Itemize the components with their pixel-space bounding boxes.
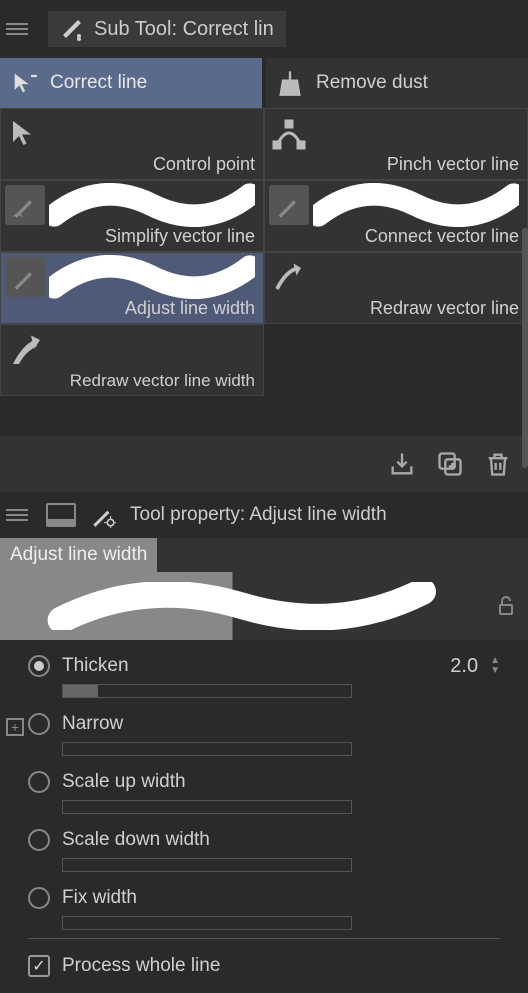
duplicate-icon[interactable] bbox=[436, 450, 464, 478]
redraw-icon bbox=[271, 259, 307, 295]
preview-label: Adjust line width bbox=[0, 538, 157, 572]
radio-label: Narrow bbox=[62, 713, 500, 735]
tool-connect-vector[interactable]: Connect vector line bbox=[264, 180, 528, 252]
tab-correct-line[interactable]: Correct line bbox=[0, 58, 262, 108]
pen-adjust-icon bbox=[60, 17, 84, 41]
trash-icon[interactable] bbox=[484, 450, 512, 478]
radio-label: Scale down width bbox=[62, 829, 500, 851]
radio-icon bbox=[28, 713, 50, 735]
tab-correct-line-label: Correct line bbox=[50, 72, 147, 94]
tool-label: Pinch vector line bbox=[387, 154, 519, 175]
unlock-icon[interactable] bbox=[494, 594, 518, 618]
radio-icon bbox=[28, 771, 50, 793]
tool-redraw-vector-width[interactable]: Redraw vector line width bbox=[0, 324, 264, 396]
tool-redraw-vector[interactable]: Redraw vector line bbox=[264, 252, 528, 324]
radio-icon bbox=[28, 829, 50, 851]
option-fix-width[interactable]: Fix width bbox=[0, 880, 528, 916]
cursor-icon bbox=[7, 115, 43, 151]
pen-width-icon bbox=[11, 263, 39, 291]
option-thicken[interactable]: Thicken 2.0 ▲▼ bbox=[0, 648, 528, 684]
option-scale-down[interactable]: Scale down width bbox=[0, 822, 528, 858]
tool-label: Redraw vector line bbox=[370, 298, 519, 319]
value-stepper[interactable]: ▲▼ bbox=[490, 657, 500, 675]
radio-label: Thicken bbox=[62, 655, 438, 677]
tool-label: Simplify vector line bbox=[105, 226, 255, 247]
radio-icon bbox=[28, 887, 50, 909]
tab-remove-dust-label: Remove dust bbox=[316, 72, 428, 94]
checkbox-icon bbox=[28, 955, 50, 977]
pen-squiggle-icon bbox=[275, 191, 303, 219]
tab-remove-dust[interactable]: Remove dust bbox=[266, 58, 528, 108]
radio-label: Fix width bbox=[62, 887, 500, 909]
scrollbar[interactable] bbox=[522, 228, 528, 468]
radio-label: Scale up width bbox=[62, 771, 500, 793]
squiggle-preview bbox=[49, 255, 255, 299]
tool-simplify-vector[interactable]: Simplify vector line bbox=[0, 180, 264, 252]
process-whole-line-row[interactable]: Process whole line bbox=[0, 947, 528, 985]
subtool-header: Sub Tool: Correct lin bbox=[48, 11, 286, 47]
tool-adjust-line-width[interactable]: Adjust line width bbox=[0, 252, 264, 324]
squiggle-preview bbox=[49, 183, 255, 227]
import-icon[interactable] bbox=[388, 450, 416, 478]
squiggle-preview bbox=[313, 183, 519, 227]
fix-width-slider[interactable] bbox=[62, 916, 352, 930]
option-scale-up[interactable]: Scale up width bbox=[0, 764, 528, 800]
pen-gear-icon bbox=[90, 502, 116, 528]
tool-pinch-vector[interactable]: Pinch vector line bbox=[264, 108, 528, 180]
property-title: Tool property: Adjust line width bbox=[130, 504, 387, 526]
pinch-icon bbox=[271, 115, 307, 151]
tool-label: Adjust line width bbox=[125, 298, 255, 319]
thicken-slider[interactable] bbox=[62, 684, 352, 698]
broom-icon bbox=[276, 69, 304, 97]
tool-control-point[interactable]: Control point bbox=[0, 108, 264, 180]
redraw-width-icon bbox=[7, 331, 43, 367]
cursor-line-icon bbox=[10, 69, 38, 97]
subtool-title: Sub Tool: Correct lin bbox=[94, 18, 274, 41]
tool-label: Connect vector line bbox=[365, 226, 519, 247]
expand-icon[interactable]: + bbox=[6, 718, 24, 736]
thicken-value: 2.0 bbox=[450, 655, 478, 678]
narrow-slider[interactable] bbox=[62, 742, 352, 756]
brush-preview bbox=[0, 572, 484, 640]
property-menu-icon[interactable] bbox=[6, 504, 28, 526]
pen-squiggle-icon bbox=[11, 191, 39, 219]
scale-up-slider[interactable] bbox=[62, 800, 352, 814]
checkbox-label: Process whole line bbox=[62, 955, 500, 977]
radio-icon bbox=[28, 655, 50, 677]
tool-label: Control point bbox=[153, 154, 255, 175]
menu-icon[interactable] bbox=[6, 18, 28, 40]
divider bbox=[28, 938, 500, 939]
dock-icon[interactable] bbox=[46, 503, 76, 527]
scale-down-slider[interactable] bbox=[62, 858, 352, 872]
option-narrow[interactable]: Narrow bbox=[0, 706, 528, 742]
tool-label: Redraw vector line width bbox=[70, 371, 255, 391]
